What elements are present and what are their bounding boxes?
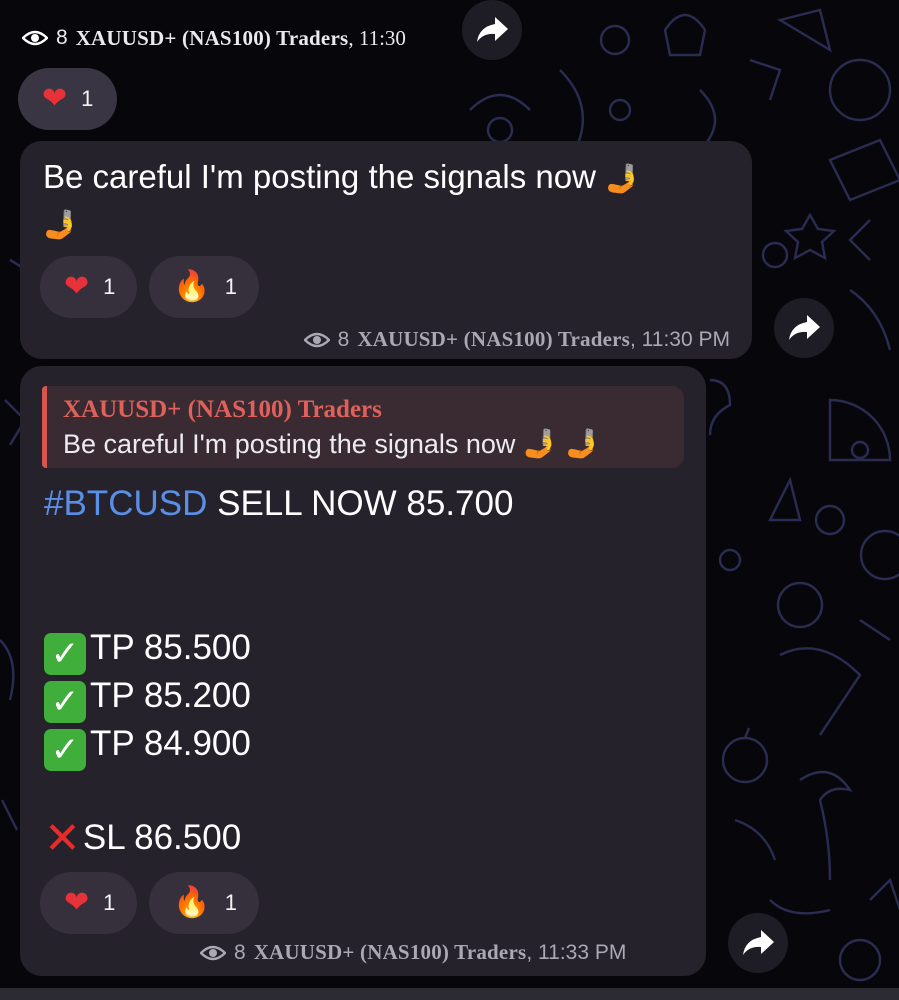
selfie-hand-icon: 🤳: [43, 209, 78, 240]
message-time: , 11:30: [348, 25, 406, 50]
signal-action: SELL NOW 85.700: [207, 484, 514, 523]
share-arrow-icon: [743, 930, 774, 955]
selfie-hand-icon: 🤳: [565, 428, 601, 459]
reaction-heart-top[interactable]: ❤ 1: [18, 68, 118, 130]
forward-button[interactable]: [728, 913, 788, 973]
previous-message-meta: 8 XAUUSD+ (NAS100) Traders, 11:30: [22, 22, 406, 54]
heart-icon: ❤: [42, 81, 68, 116]
view-count: 8: [56, 26, 68, 49]
message-time: , 11:33 PM: [526, 940, 627, 964]
reaction-fire[interactable]: 🔥 1: [149, 872, 259, 934]
heart-icon: ❤: [64, 269, 90, 304]
eye-icon: [22, 29, 48, 47]
hashtag-link[interactable]: #BTCUSD: [44, 484, 207, 523]
take-profit-1: ✓ TP 85.500: [44, 625, 251, 675]
selfie-hand-icon: 🤳: [605, 163, 640, 194]
reaction-fire[interactable]: 🔥 1: [149, 256, 259, 318]
channel-name: XAUUSD+ (NAS100) Traders: [253, 940, 527, 964]
reaction-heart[interactable]: ❤ 1: [40, 872, 138, 934]
reply-author: XAUUSD+ (NAS100) Traders: [63, 396, 382, 423]
check-icon: ✓: [44, 633, 86, 675]
take-profit-3: ✓ TP 84.900: [44, 721, 251, 771]
view-count: 8: [337, 327, 350, 351]
forward-button[interactable]: [774, 298, 834, 358]
share-arrow-icon: [789, 315, 820, 340]
forward-button[interactable]: [462, 0, 522, 60]
take-profit-2: ✓ TP 85.200: [44, 673, 251, 723]
reply-quote[interactable]: XAUUSD+ (NAS100) Traders Be careful I'm …: [42, 386, 684, 468]
view-count: 8: [234, 940, 246, 964]
reaction-count: 1: [103, 274, 116, 299]
channel-name: XAUUSD+ (NAS100) Traders: [75, 25, 349, 50]
check-icon: ✓: [44, 681, 86, 723]
eye-icon: [303, 331, 330, 349]
message-time: , 11:30 PM: [630, 327, 730, 351]
message-text: Be careful I'm posting the signals now: [43, 158, 596, 195]
share-arrow-icon: [477, 17, 508, 42]
reply-text: Be careful I'm posting the signals now: [63, 429, 516, 459]
message-bubble-1[interactable]: Be careful I'm posting the signals now 🤳…: [20, 141, 752, 359]
channel-name: XAUUSD+ (NAS100) Traders: [357, 327, 630, 351]
reaction-count: 1: [224, 890, 237, 915]
eye-icon: [200, 944, 226, 962]
message-meta: 8 XAUUSD+ (NAS100) Traders, 11:30 PM: [303, 327, 730, 352]
check-icon: ✓: [44, 729, 86, 771]
reaction-count: 1: [81, 86, 94, 111]
stop-loss: ✕SL 86.500: [44, 814, 242, 863]
reaction-count: 1: [224, 274, 237, 299]
fire-icon: 🔥: [173, 885, 211, 920]
reaction-heart[interactable]: ❤ 1: [40, 256, 138, 318]
reaction-count: 1: [103, 890, 116, 915]
heart-icon: ❤: [64, 885, 90, 920]
bottom-bar: [0, 988, 899, 1000]
fire-icon: 🔥: [173, 269, 211, 304]
signal-headline: #BTCUSD SELL NOW 85.700: [44, 481, 513, 527]
cross-icon: ✕: [44, 814, 81, 863]
selfie-hand-icon: 🤳: [522, 428, 558, 459]
message-meta: 8 XAUUSD+ (NAS100) Traders, 11:33 PM: [200, 940, 626, 965]
